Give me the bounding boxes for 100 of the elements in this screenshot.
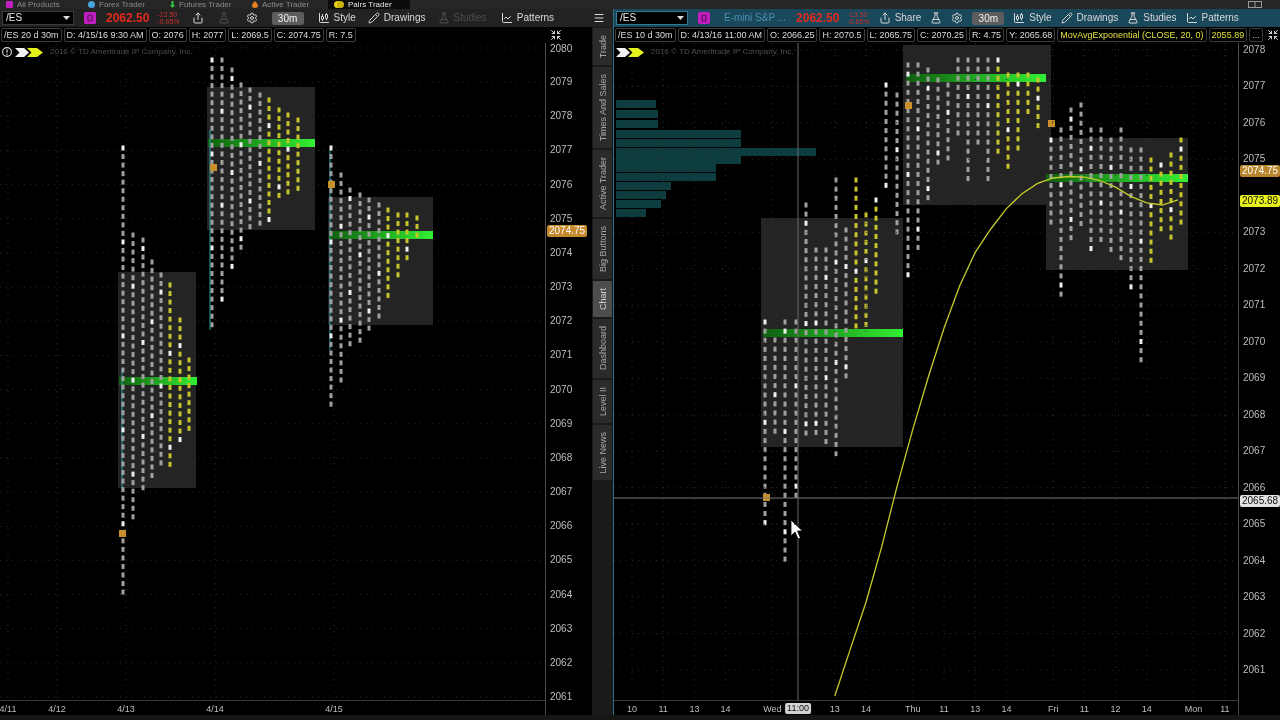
menu-icon — [593, 12, 605, 24]
tile-icon[interactable] — [84, 12, 96, 24]
square-icon — [6, 1, 13, 8]
menu-button[interactable] — [593, 11, 605, 25]
info-cell: O: 2076 — [148, 28, 187, 42]
alert-icon[interactable] — [2, 47, 12, 57]
side-tab[interactable]: Live News — [593, 424, 612, 481]
price-label: 2078 — [1243, 43, 1266, 56]
price-marker: 2074.75 — [547, 225, 588, 237]
price-label: 2075 — [1243, 153, 1266, 166]
window-icon[interactable] — [1248, 1, 1262, 8]
flask-icon — [437, 12, 450, 24]
price-label: 2069 — [1243, 372, 1266, 385]
info-cell: D: 4/13/16 11:00 AM — [677, 28, 765, 42]
price-label: 2065 — [550, 554, 573, 567]
settings-button[interactable] — [951, 11, 964, 25]
patterns-button[interactable]: Patterns — [500, 11, 555, 25]
style-button[interactable]: Style — [317, 11, 356, 25]
flame-icon — [252, 1, 258, 8]
settings-icon — [951, 12, 964, 24]
settings-button[interactable] — [245, 11, 258, 25]
chevrons-icon[interactable] — [616, 47, 644, 57]
patterns-button[interactable]: Patterns — [1185, 11, 1239, 25]
price-marker: 2074.75 — [1240, 165, 1280, 177]
side-tab[interactable]: Times And Sales — [593, 67, 612, 149]
copyright-text: 2016 © TD Ameritrade IP Company, Inc. — [50, 47, 193, 57]
time-label: 4/13 — [117, 704, 135, 714]
side-tab[interactable]: Chart — [593, 281, 612, 318]
time-label: 11 — [658, 704, 668, 714]
time-label: 4/15 — [325, 704, 343, 714]
app-tab[interactable]: Forex Trader — [82, 0, 164, 9]
share-icon — [191, 12, 204, 24]
time-label: Fri — [1047, 704, 1059, 714]
caret-icon — [63, 16, 70, 20]
time-label: Thu — [905, 704, 921, 714]
price-label: 2071 — [1243, 299, 1266, 312]
pencil-icon — [1060, 12, 1073, 24]
time-label: 13 — [970, 704, 981, 714]
info-cell: R: 7.5 — [325, 28, 356, 42]
app-tab[interactable]: All Products — [0, 0, 82, 9]
shrink-icon[interactable] — [550, 29, 562, 41]
pencil-icon — [367, 12, 380, 24]
app-tab[interactable]: Futures Trader — [164, 0, 246, 9]
price-label: 2067 — [1243, 445, 1266, 458]
symbol-field[interactable]: /ES — [616, 11, 688, 25]
time-label: Mon — [1184, 704, 1203, 714]
shrink-icon[interactable] — [1267, 29, 1279, 41]
candlestick-icon — [1013, 12, 1026, 24]
info-cell: R: 4.75 — [969, 28, 1005, 42]
info-cell: MovAvgExponential (CLOSE, 20, 0) — [1057, 28, 1207, 42]
price-label: 2078 — [550, 110, 573, 123]
price-label: 2072 — [1243, 262, 1266, 275]
timeframe-button[interactable]: 30m — [972, 11, 1005, 25]
price-label: 2070 — [1243, 335, 1266, 348]
style-button[interactable]: Style — [1013, 11, 1052, 25]
price-label: 2064 — [1243, 554, 1266, 567]
side-tab[interactable]: Active Trader — [593, 150, 612, 218]
cursor-icon — [790, 519, 803, 540]
info-cell: H: 2077 — [188, 28, 227, 42]
price-label: 2072 — [550, 315, 573, 328]
drawings-button[interactable]: Drawings — [367, 11, 426, 25]
info-cell: O: 2066.25 — [766, 28, 818, 42]
info-cell: D: 4/15/16 9:30 AM — [63, 28, 147, 42]
flask-icon — [930, 12, 943, 24]
drawings-button[interactable]: Drawings — [1060, 11, 1119, 25]
price-label: 2068 — [1243, 408, 1266, 421]
chart-line-icon — [1185, 12, 1198, 24]
info-cell: /ES 10 d 30m — [615, 28, 676, 42]
last-price: 2062.50 — [796, 11, 840, 25]
time-label: 10 — [627, 704, 637, 714]
price-marker: 2065.68 — [1240, 495, 1280, 507]
chevrons-icon[interactable] — [15, 47, 43, 57]
app-tab[interactable]: Pairs Trader — [328, 0, 410, 9]
studies-button[interactable]: Studies — [1127, 11, 1177, 25]
price-label: 2061 — [550, 691, 573, 704]
flask-icon — [1127, 12, 1140, 24]
last-price: 2062.50 — [106, 11, 150, 25]
price-label: 2075 — [550, 212, 573, 225]
side-tab[interactable]: Level II — [593, 379, 612, 423]
time-label: Wed — [763, 704, 782, 714]
info-cell: L: 2069.5 — [228, 28, 272, 42]
share-button[interactable] — [191, 11, 204, 25]
app-tab[interactable]: Active Trader — [246, 0, 328, 9]
price-label: 2065 — [1243, 518, 1266, 531]
time-label: 4/14 — [206, 704, 224, 714]
side-tab[interactable]: Big Buttons — [593, 219, 612, 280]
flask-button[interactable] — [930, 11, 943, 25]
price-label: 2063 — [550, 622, 573, 635]
price-label: 2080 — [550, 43, 573, 55]
tile-icon[interactable] — [698, 12, 710, 24]
info-cell: ... — [1249, 28, 1263, 42]
side-tab[interactable]: Trade — [593, 28, 612, 66]
price-label: 2067 — [550, 486, 573, 499]
side-tab[interactable]: Dashboard — [593, 319, 612, 378]
timeframe-button[interactable]: 30m — [271, 11, 304, 25]
price-label: 2077 — [1243, 80, 1266, 93]
price-label: 2074 — [550, 246, 573, 259]
share-button[interactable]: Share — [878, 11, 922, 25]
caret-icon — [677, 16, 684, 20]
symbol-field[interactable]: /ES — [2, 11, 74, 25]
